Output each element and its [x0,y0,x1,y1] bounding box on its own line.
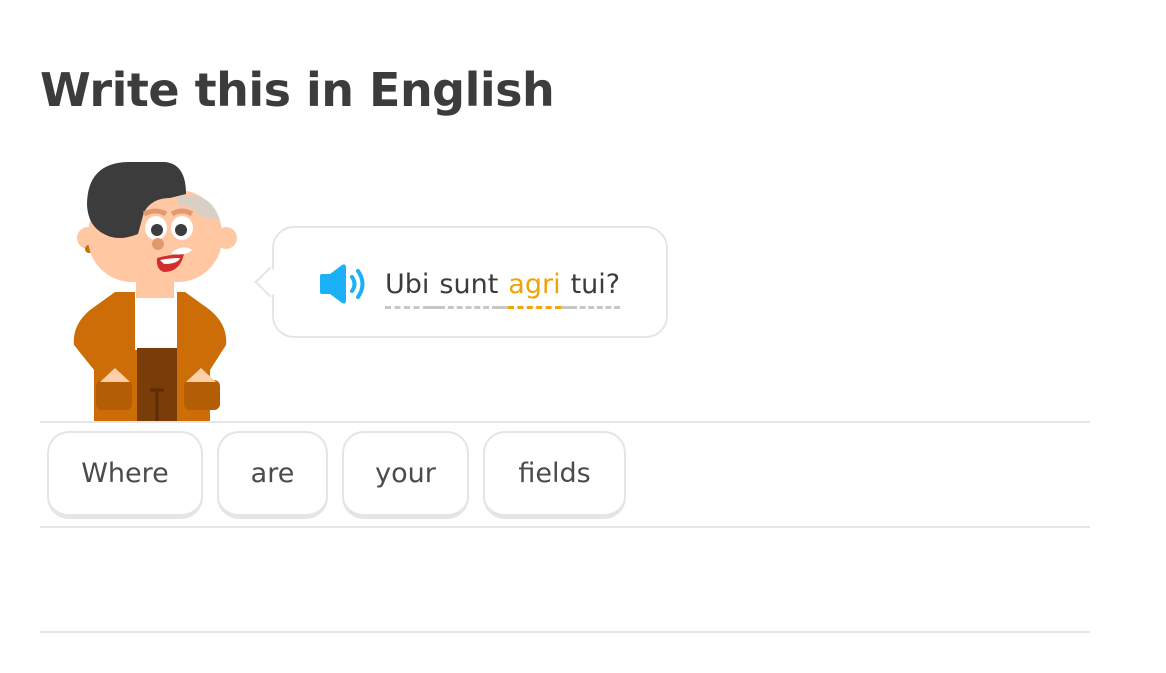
answer-tile[interactable]: fields [483,431,626,519]
answer-tile[interactable]: are [217,431,328,519]
answer-line-middle [40,526,1090,528]
answer-line-bottom [40,631,1090,633]
answer-tiles: Where are your fields [47,431,626,519]
prompt-word-highlighted[interactable]: agri [508,266,561,309]
prompt-word[interactable]: Ubi [385,266,430,309]
character-illustration [73,162,237,422]
word-separator [560,266,571,309]
answer-tile[interactable]: your [342,431,469,519]
answer-tile[interactable]: Where [47,431,203,519]
page-title: Write this in English [40,63,555,117]
speaker-icon[interactable] [318,262,368,306]
prompt-word[interactable]: sunt [439,266,499,309]
answer-line-top [40,421,1090,423]
prompt-word[interactable]: tui? [570,266,621,309]
word-separator [498,266,509,309]
prompt-sentence: Ubi sunt agri tui? [385,266,621,309]
word-separator [429,266,440,309]
